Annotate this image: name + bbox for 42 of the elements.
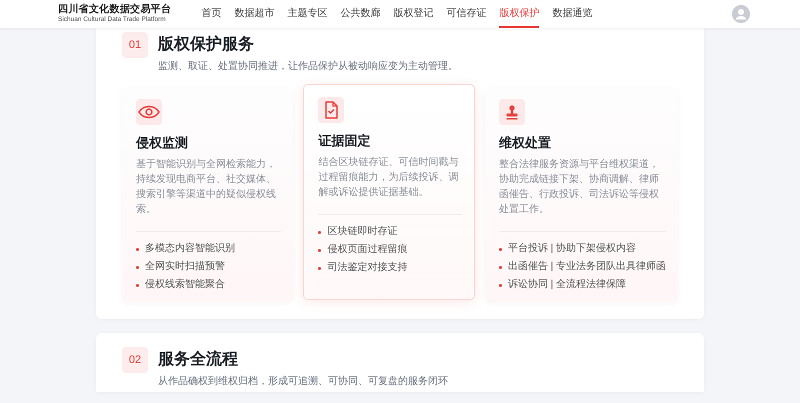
bullet-icon xyxy=(318,230,322,234)
section-title: 版权保护服务 xyxy=(158,34,255,55)
bullet-icon xyxy=(498,284,502,286)
bullet-icon xyxy=(136,284,139,286)
nav-link[interactable]: 数据超市 xyxy=(234,0,274,28)
section-subtitle: 监测、取证、处置协同推进，让作品保护从被动响应变为主动管理。 xyxy=(158,60,459,73)
feature-item: 多模态内容智能识别 xyxy=(145,242,235,256)
section-subtitle: 从作品确权到维权归档，形成可追溯、可协同、可复盘的服务闭环 xyxy=(158,375,449,388)
feature-item: 区块链即时存证 xyxy=(327,225,398,239)
nav-link[interactable]: 数据通览 xyxy=(552,0,592,28)
feature-item: 诉讼协同 | 全流程法律保障 xyxy=(508,278,626,292)
user-avatar-icon[interactable] xyxy=(732,5,750,23)
step-number: 01 xyxy=(122,32,148,58)
nav-link[interactable]: 首页 xyxy=(201,0,222,28)
nav-link[interactable]: 版权登记 xyxy=(393,0,434,28)
document-check-icon xyxy=(318,97,344,123)
bullet-icon xyxy=(318,248,322,252)
card-title: 证据固定 xyxy=(318,133,372,149)
feature-item: 司法鉴定对接支持 xyxy=(327,261,408,275)
card-description: 基于智能识别与全网检索能力，持续发现电商平台、社交媒体、搜索引擎等渠道中的疑似侵权线索。 xyxy=(136,158,277,217)
platform-name: 四川省文化数据交易平台 xyxy=(58,4,172,15)
section-title: 服务全流程 xyxy=(158,349,239,370)
card-title: 侵权监测 xyxy=(136,135,189,151)
card-description: 整合法律服务资源与平台维权渠道，协助完成链接下架、协商调解、律师函催告、行政投诉、司法诉讼等侵权处置工作。 xyxy=(498,158,660,217)
bullet-icon xyxy=(498,266,502,268)
feature-item: 出函催告 | 专业法务团队出具律师函 xyxy=(508,260,666,274)
feature-item: 平台投诉 | 协助下架侵权内容 xyxy=(508,242,636,256)
step-number: 02 xyxy=(122,347,148,373)
bullet-icon xyxy=(136,248,139,250)
nav-link[interactable]: 公共数廊 xyxy=(340,0,380,28)
stamp-icon xyxy=(498,99,525,125)
card-description: 结合区块链存证、可信时间戳与过程留痕能力，为后续投诉、调解或诉讼提供证据基础。 xyxy=(318,156,460,200)
bullet-icon xyxy=(136,266,139,268)
feature-item: 侵权页面过程留痕 xyxy=(327,243,408,257)
feature-item: 全网实时扫描预警 xyxy=(145,260,225,274)
nav-link[interactable]: 主题专区 xyxy=(287,0,328,28)
eye-icon xyxy=(136,99,162,125)
feature-item: 侵权线索智能聚合 xyxy=(145,278,225,292)
card-title: 维权处置 xyxy=(498,135,552,151)
nav-link[interactable]: 可信存证 xyxy=(446,0,486,28)
bullet-icon xyxy=(318,266,322,270)
bullet-icon xyxy=(498,248,502,250)
